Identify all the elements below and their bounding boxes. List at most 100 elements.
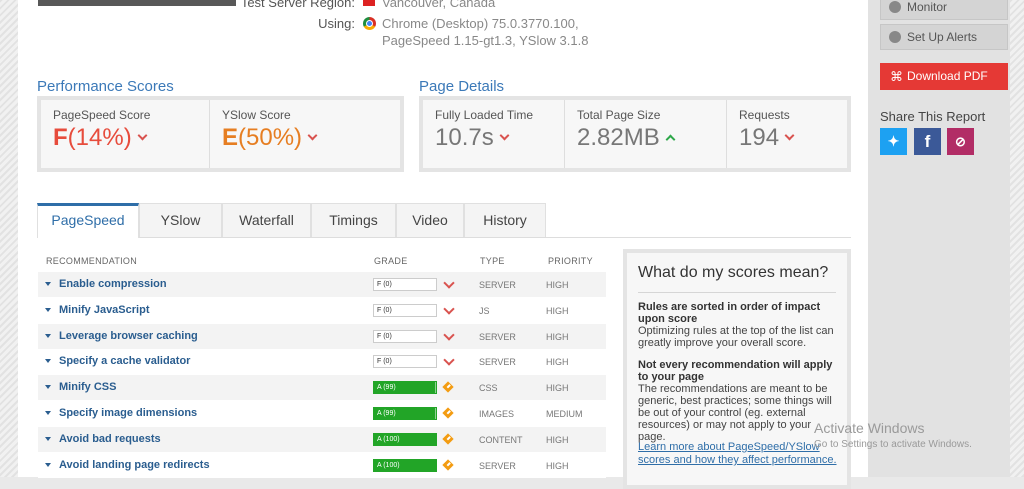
sidebar: Monitor Set Up Alerts ⌘ Download PDF Sha… <box>868 0 1010 477</box>
expand-caret-icon[interactable] <box>45 462 51 467</box>
pagespeed-pct: (14%) <box>67 124 132 151</box>
total-page-size-value: 2.82MB <box>577 124 676 152</box>
chevron-down-icon <box>784 130 795 141</box>
requests-label: Requests <box>739 108 790 122</box>
table-row[interactable]: Minify JavaScript F (0) JS HIGH <box>38 297 606 323</box>
copy-link-button[interactable]: ⊘ <box>947 128 974 155</box>
recommendation-priority: HIGH <box>546 434 569 445</box>
warning-diamond-icon <box>442 407 454 419</box>
yslow-score-label: YSlow Score <box>222 108 291 122</box>
alarm-clock-icon <box>889 31 901 43</box>
chevron-down-icon <box>443 303 455 315</box>
grade-bar: A (99) <box>373 407 437 420</box>
canada-flag-icon <box>363 0 375 6</box>
warning-diamond-icon <box>442 433 454 445</box>
set-up-alerts-label: Set Up Alerts <box>907 30 978 44</box>
tab-yslow[interactable]: YSlow <box>139 203 222 237</box>
recommendation-type: IMAGES <box>479 409 515 419</box>
tab-timings[interactable]: Timings <box>311 203 396 237</box>
link-icon: ⊘ <box>955 134 966 149</box>
recommendation-type: CSS <box>479 383 498 394</box>
expand-caret-icon[interactable] <box>45 282 51 286</box>
expand-caret-icon[interactable] <box>45 307 51 312</box>
pagespeed-grade: F <box>53 124 68 151</box>
table-row[interactable]: Avoid landing page redirects A (100) SERVE… <box>38 452 606 478</box>
table-row[interactable]: Specify a cache validator F (0) SERVER HIGH <box>38 349 606 375</box>
table-row[interactable]: Enable compression F (0) SERVER HIGH <box>38 272 606 297</box>
chevron-down-icon <box>443 328 455 341</box>
explanation-p1-bold: Rules are sorted in order of impact upon… <box>638 301 821 325</box>
learn-more-link[interactable]: Learn more about PageSpeed/YSlow scores … <box>638 441 838 467</box>
expand-caret-icon[interactable] <box>45 385 51 390</box>
recommendation-type: SERVER <box>479 280 516 290</box>
recommendation-name[interactable]: Avoid bad requests <box>59 433 161 445</box>
fully-loaded-time-value: 10.7s <box>435 124 510 152</box>
page-details-title: Page Details <box>419 78 505 95</box>
recommendation-priority: MEDIUM <box>546 409 583 419</box>
table-row[interactable]: Leverage browser caching F (0) SERVER HIGH <box>38 323 606 349</box>
recommendation-type: JS <box>479 305 490 316</box>
expand-caret-icon[interactable] <box>45 436 51 441</box>
explanation-paragraph-2: Not every recommendation will apply to y… <box>638 359 838 443</box>
expand-caret-icon[interactable] <box>45 333 51 338</box>
header-priority: PRIORITY <box>548 256 593 266</box>
explanation-p1-text: Optimizing rules at the top of the list … <box>638 325 834 349</box>
facebook-share-button[interactable]: f <box>914 128 941 155</box>
download-pdf-label: Download PDF <box>907 69 988 83</box>
requests-value: 194 <box>739 124 795 152</box>
total-page-size-number: 2.82MB <box>577 124 660 151</box>
recommendation-name[interactable]: Minify JavaScript <box>59 304 149 316</box>
recommendation-name[interactable]: Specify image dimensions <box>59 407 197 419</box>
chevron-up-icon <box>665 134 676 145</box>
table-row[interactable]: Specify image dimensions A (99) IMAGES MEDI… <box>38 401 606 426</box>
using-label: Using: <box>318 16 355 31</box>
main-content: Test Server Region: Vancouver, Canada Us… <box>18 0 868 489</box>
total-page-size: Total Page Size 2.82MB <box>564 100 726 168</box>
chrome-icon <box>363 17 376 30</box>
test-region-value: Vancouver, Canada <box>382 0 496 10</box>
recommendation-name[interactable]: Minify CSS <box>59 381 116 393</box>
recommendation-name[interactable]: Leverage browser caching <box>59 330 198 342</box>
performance-scores-panel: PageSpeed Score F(14%) YSlow Score E(50%… <box>37 96 404 172</box>
grade-bar: F (0) <box>373 329 437 343</box>
page-screenshot-thumbnail[interactable] <box>38 0 236 6</box>
total-page-size-label: Total Page Size <box>577 108 661 122</box>
fully-loaded-time-number: 10.7s <box>435 124 494 151</box>
explanation-divider <box>638 292 836 293</box>
tab-pagespeed[interactable]: PageSpeed <box>37 203 139 238</box>
tab-history[interactable]: History <box>464 203 546 237</box>
right-background-stripe <box>1010 0 1024 477</box>
scores-explanation-box: What do my scores mean? Rules are sorted… <box>623 249 851 489</box>
set-up-alerts-button[interactable]: Set Up Alerts <box>880 24 1008 50</box>
grade-bar: F (0) <box>373 278 437 291</box>
activate-windows-subtext: Go to Settings to activate Windows. <box>814 439 972 450</box>
twitter-share-button[interactable]: ✦ <box>880 128 907 155</box>
warning-diamond-icon <box>442 381 454 393</box>
expand-caret-icon[interactable] <box>45 411 51 415</box>
recommendation-name[interactable]: Enable compression <box>59 278 167 290</box>
pdf-icon: ⌘ <box>890 69 903 84</box>
expand-caret-icon[interactable] <box>45 359 51 364</box>
chevron-down-icon <box>443 277 455 289</box>
grade-bar: A (100) <box>373 432 437 446</box>
chevron-down-icon <box>499 130 510 141</box>
download-pdf-button[interactable]: ⌘ Download PDF <box>880 63 1008 90</box>
explanation-title: What do my scores mean? <box>638 264 829 281</box>
recommendation-name[interactable]: Avoid landing page redirects <box>59 459 210 471</box>
pagespeed-score: PageSpeed Score F(14%) <box>41 100 209 168</box>
table-row[interactable]: Avoid bad requests A (100) CONTENT HIGH <box>38 426 606 452</box>
fully-loaded-time-label: Fully Loaded Time <box>435 108 534 122</box>
recommendation-name[interactable]: Specify a cache validator <box>59 355 190 367</box>
tab-waterfall[interactable]: Waterfall <box>222 203 311 237</box>
yslow-score: YSlow Score E(50%) <box>209 100 400 168</box>
table-row[interactable]: Minify CSS A (99) CSS HIGH <box>38 375 606 401</box>
requests: Requests 194 <box>726 100 847 168</box>
recommendation-priority: HIGH <box>546 280 569 290</box>
recommendation-priority: HIGH <box>546 331 569 342</box>
recommendation-type: SERVER <box>479 331 516 342</box>
recommendation-priority: HIGH <box>546 357 569 368</box>
yslow-pct: (50%) <box>238 124 303 151</box>
test-region-label: Test Server Region: <box>240 0 355 10</box>
monitor-button[interactable]: Monitor <box>880 0 1008 20</box>
tab-video[interactable]: Video <box>396 203 464 237</box>
